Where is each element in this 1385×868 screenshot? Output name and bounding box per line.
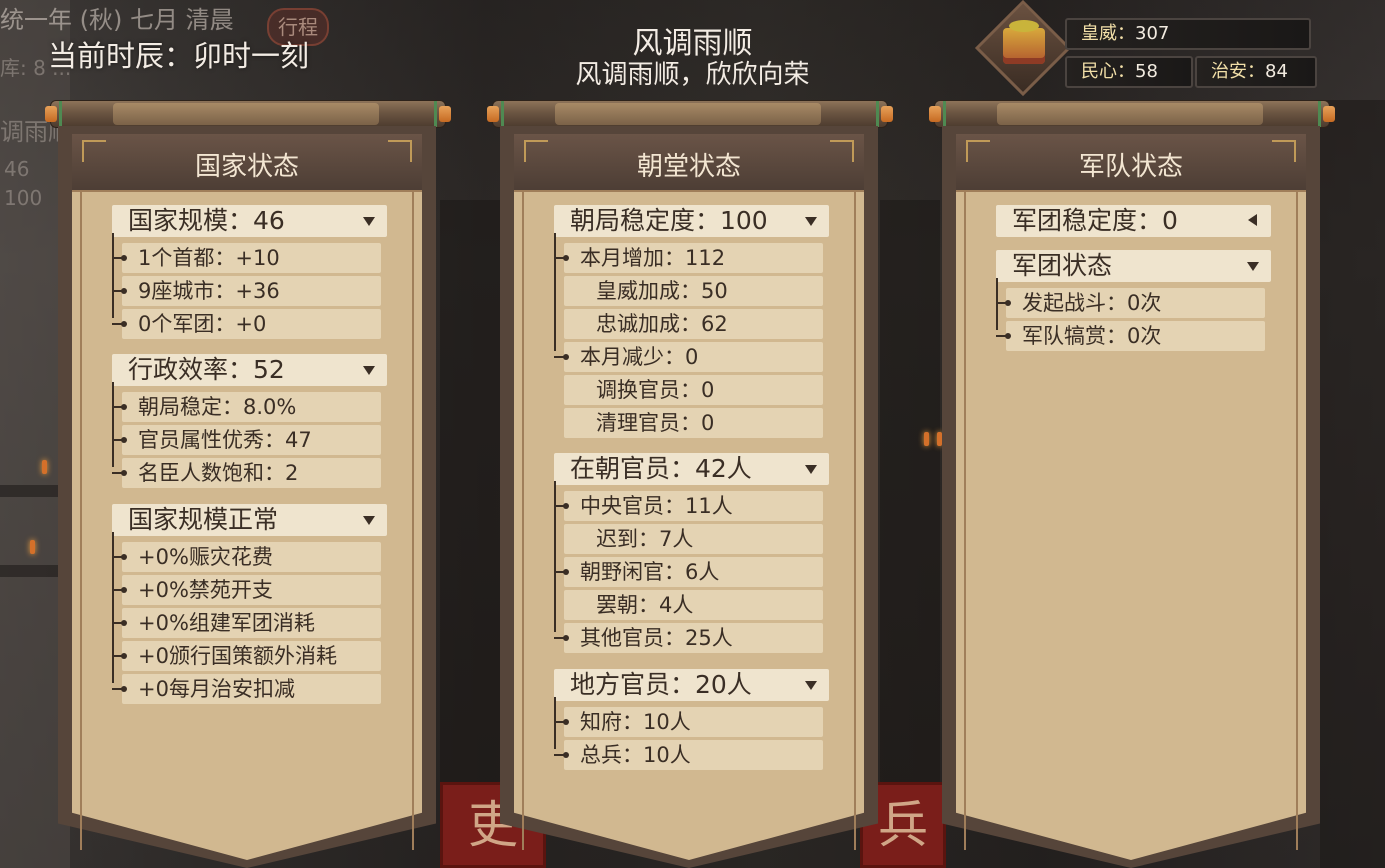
panel-title: 朝堂状态 [636,152,741,182]
list-item: 9座城市：+36 [112,276,381,306]
scroll-rod [487,100,893,128]
group-header[interactable]: 军团状态 [996,250,1271,282]
stat-public-support: 民心：58 [1065,56,1193,88]
group-local-officials: 地方官员：20人 知府：10人 总兵：10人 [554,669,829,770]
candle-icon [924,432,929,446]
group-header[interactable]: 朝局稳定度：100 [554,205,829,237]
panel-title: 军队状态 [1078,152,1183,182]
chevron-down-icon [805,465,817,474]
group-header[interactable]: 国家规模正常 [112,504,387,536]
imperial-stats: 皇威：307 民心：58 治安：84 [974,0,1317,101]
list-item: +0%组建军团消耗 [112,608,381,638]
panel-court-status: 朝堂状态 朝局稳定度：100 本月增加：112 皇威加成：50 忠诚加成：62 … [500,126,878,868]
chevron-down-icon [363,217,375,226]
list-item: 总兵：10人 [554,740,823,770]
group-header[interactable]: 国家规模：46 [112,205,387,237]
list-item: 本月减少：0 [554,342,823,372]
list-item: 1个首都：+10 [112,243,381,273]
group-scale-effects: 国家规模正常 +0%赈灾花费 +0%禁苑开支 +0%组建军团消耗 +0颁行国策额… [112,504,387,704]
scroll-rod [929,100,1335,128]
panel-army-status: 军队状态 军团稳定度：0 军团状态 发起战斗：0次 军队犒赏：0次 [942,126,1320,868]
list-item: 忠诚加成：62 [564,309,823,339]
list-item: +0%赈灾花费 [112,542,381,572]
list-item: 清理官员：0 [564,408,823,438]
chevron-down-icon [805,681,817,690]
list-item: 官员属性优秀：47 [112,425,381,455]
list-item: +0颁行国策额外消耗 [112,641,381,671]
stat-value: 307 [1135,23,1170,44]
group-header[interactable]: 军团稳定度：0 [996,205,1271,237]
chevron-down-icon [363,366,375,375]
background-value: 46 [4,157,30,181]
chevron-down-icon [1247,262,1259,271]
group-header[interactable]: 在朝官员：42人 [554,453,829,485]
panel-national-status: 国家状态 国家规模：46 1个首都：+10 9座城市：+36 0个军团：+0 行… [58,126,436,868]
list-item: 中央官员：11人 [554,491,823,521]
panel-title: 国家状态 [194,152,299,182]
candle-icon [42,460,47,474]
stat-label: 皇威： [1081,23,1135,44]
list-item: 罢朝：4人 [564,590,823,620]
stat-public-order: 治安：84 [1195,56,1317,88]
group-army-stability: 军团稳定度：0 [996,205,1271,237]
list-item: 发起战斗：0次 [996,288,1265,318]
panel-header: 朝堂状态 [514,134,864,192]
list-item: 朝局稳定：8.0% [112,392,381,422]
list-item: 其他官员：25人 [554,623,823,653]
chevron-down-icon [805,217,817,226]
background-pillar [1320,100,1385,868]
list-item: 名臣人数饱和：2 [112,458,381,488]
list-item: 迟到：7人 [564,524,823,554]
stat-value: 58 [1135,61,1158,82]
list-item: 0个军团：+0 [112,309,381,339]
treasure-chest-icon-image [1003,20,1045,64]
group-court-officials: 在朝官员：42人 中央官员：11人 迟到：7人 朝野闲官：6人 罢朝：4人 其他… [554,453,829,653]
list-item: 本月增加：112 [554,243,823,273]
stat-value: 84 [1265,61,1288,82]
list-item: 皇威加成：50 [564,276,823,306]
stat-label: 治安： [1211,61,1265,82]
list-item: 朝野闲官：6人 [554,557,823,587]
panel-header: 军队状态 [956,134,1306,192]
group-header[interactable]: 地方官员：20人 [554,669,829,701]
group-national-scale: 国家规模：46 1个首都：+10 9座城市：+36 0个军团：+0 [112,205,387,339]
list-item: +0%禁苑开支 [112,575,381,605]
group-header[interactable]: 行政效率：52 [112,354,387,386]
stat-imperial-prestige: 皇威：307 [1065,18,1311,50]
list-item: 军队犒赏：0次 [996,321,1265,351]
group-army-state: 军团状态 发起战斗：0次 军队犒赏：0次 [996,250,1271,351]
candle-icon [30,540,35,554]
list-item: 知府：10人 [554,707,823,737]
scroll-rod [45,100,451,128]
chevron-down-icon [363,516,375,525]
list-item: 调换官员：0 [564,375,823,405]
background-value: 100 [4,186,43,210]
chevron-left-icon [1248,214,1257,226]
group-admin-efficiency: 行政效率：52 朝局稳定：8.0% 官员属性优秀：47 名臣人数饱和：2 [112,354,387,488]
background-pillar [880,200,940,868]
stat-label: 民心： [1081,61,1135,82]
background-pillar [440,200,500,868]
panel-header: 国家状态 [72,134,422,192]
list-item: +0每月治安扣减 [112,674,381,704]
group-court-stability: 朝局稳定度：100 本月增加：112 皇威加成：50 忠诚加成：62 本月减少：… [554,205,829,438]
